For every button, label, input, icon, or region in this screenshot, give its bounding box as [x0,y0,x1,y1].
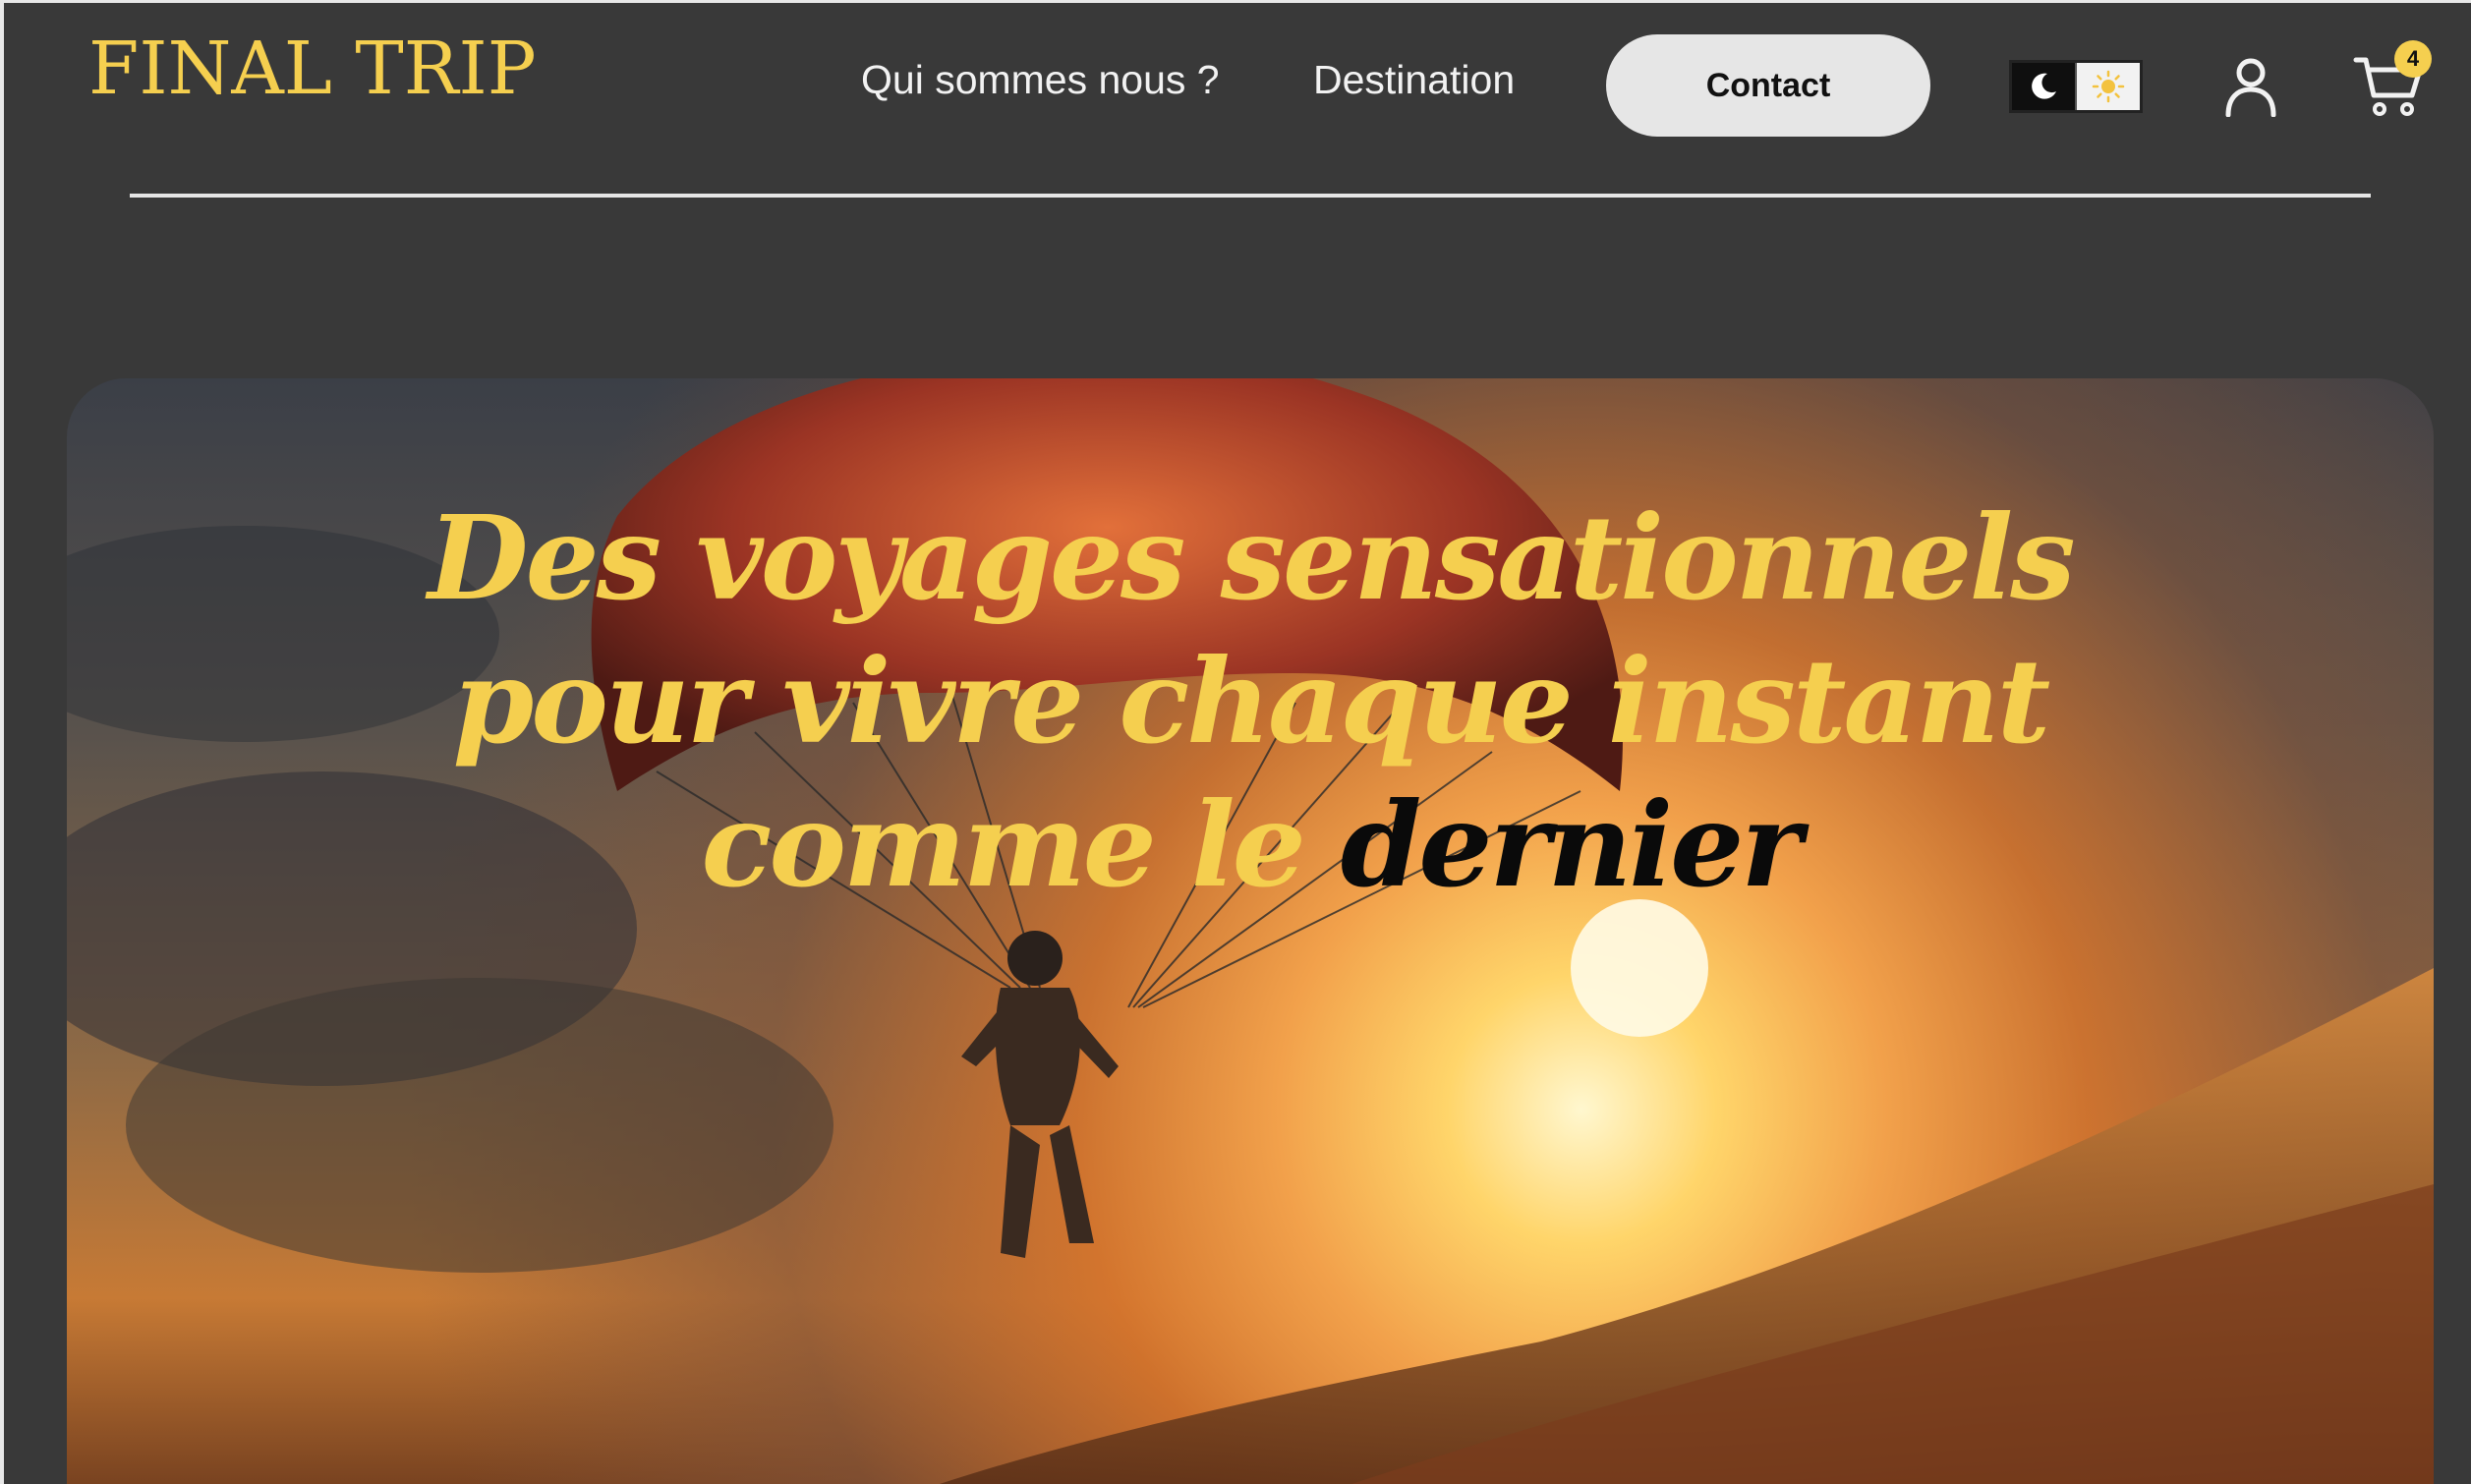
header-divider [130,194,2371,198]
user-icon[interactable] [2223,56,2278,118]
logo[interactable]: FINAL TRIP [88,32,537,105]
contact-button[interactable]: Contact [1606,34,1930,137]
hero-title-line-3-start: comme le [701,776,1341,913]
hero-title-line-2: pour vivre chaque instant [452,633,2050,770]
moon-icon[interactable] [2012,63,2077,110]
theme-toggle[interactable] [2009,60,2143,113]
sun-icon[interactable] [2077,63,2140,110]
nav-link-about[interactable]: Qui sommes nous ? [861,60,1220,100]
hero-title-line-3: comme le dernier [67,773,2434,917]
hero-title-highlight: dernier [1340,776,1803,913]
nav-link-destination[interactable]: Destination [1313,60,1515,100]
hero-title: Des voyages sensationnels pour vivre cha… [67,486,2434,917]
cart-count-badge: 4 [2394,40,2432,78]
hero-banner: Des voyages sensationnels pour vivre cha… [67,378,2434,1484]
hero-title-line-1: Des voyages sensationnels [428,489,2075,626]
page: FINAL TRIP Qui sommes nous ? Destination… [0,0,2471,1484]
